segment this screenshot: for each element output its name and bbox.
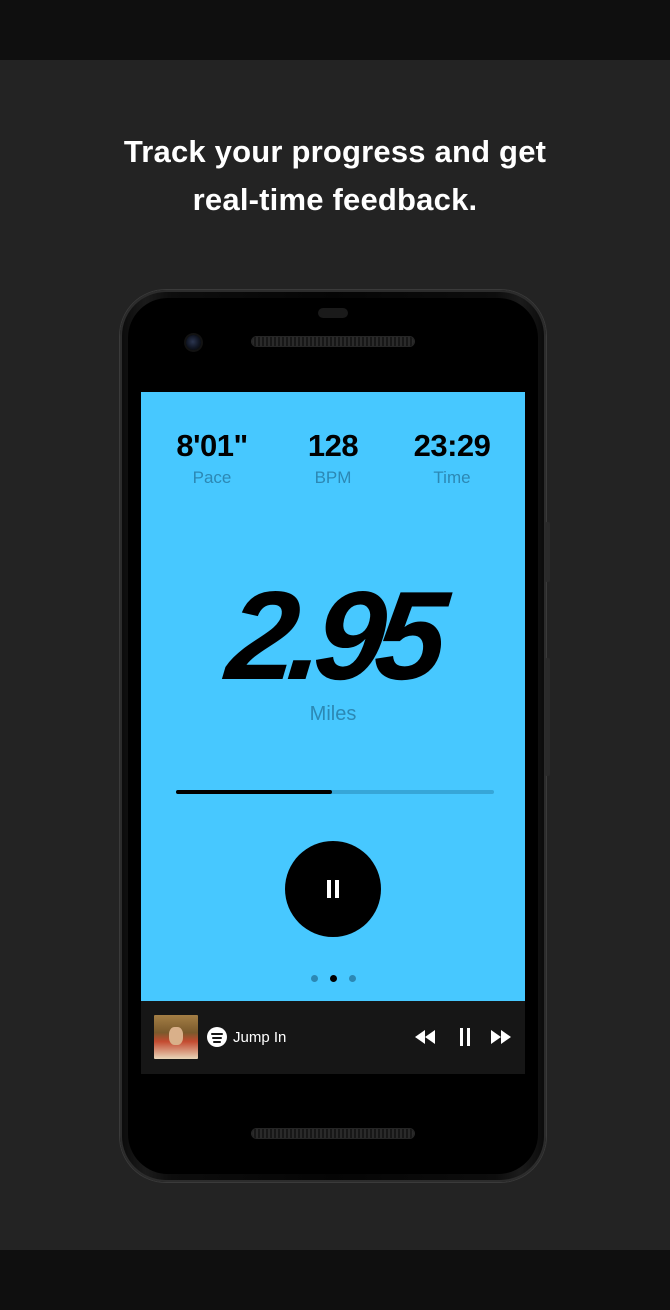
bottom-speaker-grille — [252, 1129, 414, 1138]
track-title[interactable]: Jump In — [233, 1028, 286, 1048]
pace-value: 8'01" — [176, 428, 248, 463]
music-pause-icon[interactable] — [457, 1027, 473, 1047]
headline: Track your progress and get real-time fe… — [0, 128, 670, 224]
page-dot[interactable] — [310, 975, 318, 982]
front-camera-icon — [186, 335, 201, 350]
spotify-icon — [207, 1027, 227, 1047]
stat-pace: 8'01" Pace — [148, 428, 276, 490]
fast-forward-icon[interactable] — [489, 1027, 513, 1047]
run-progress-fill — [176, 790, 332, 794]
bpm-value: 128 — [307, 428, 359, 463]
page-dot[interactable] — [329, 975, 337, 982]
stat-time: 23:29 Time — [388, 428, 516, 490]
phone-earpiece — [318, 308, 348, 318]
run-progress-bar — [176, 790, 494, 794]
time-label: Time — [433, 468, 471, 487]
headline-line-1: Track your progress and get — [123, 134, 547, 169]
album-art-figure — [169, 1027, 183, 1045]
pause-icon — [327, 880, 331, 898]
music-player-bar: Jump In — [141, 1001, 525, 1074]
top-speaker-grille — [252, 337, 414, 346]
run-screen: 8'01" Pace 128 BPM 23:29 Time 2.95 Miles — [141, 392, 525, 1001]
rewind-icon[interactable] — [413, 1027, 437, 1047]
pace-label: Pace — [192, 468, 232, 487]
headline-line-2: real-time feedback. — [192, 182, 478, 217]
stat-bpm: 128 BPM — [269, 428, 397, 490]
page-dot[interactable] — [348, 975, 356, 982]
phone-volume-button — [545, 658, 550, 776]
time-value: 23:29 — [413, 428, 491, 463]
phone-power-button — [545, 522, 550, 582]
pause-run-button[interactable] — [285, 841, 381, 937]
pause-icon-bar — [335, 880, 339, 898]
page-indicator — [141, 969, 525, 987]
bpm-label: BPM — [314, 468, 352, 487]
distance-unit: Miles — [309, 703, 357, 725]
distance-value: 2.95 — [221, 565, 446, 706]
album-art[interactable] — [154, 1015, 198, 1059]
